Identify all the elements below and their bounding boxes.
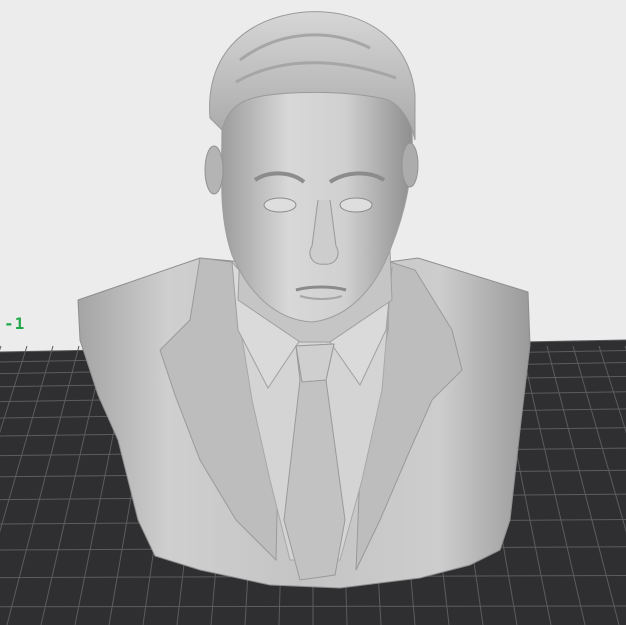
right-eye bbox=[339, 197, 373, 213]
axis-marker-label: -1 bbox=[4, 314, 26, 333]
left-ear bbox=[204, 145, 224, 195]
left-eye bbox=[263, 197, 297, 213]
bust-3d-model[interactable] bbox=[77, 11, 531, 589]
right-ear bbox=[401, 142, 419, 188]
3d-viewport[interactable]: -1 bbox=[0, 0, 626, 625]
viewport-scene[interactable] bbox=[0, 0, 626, 625]
